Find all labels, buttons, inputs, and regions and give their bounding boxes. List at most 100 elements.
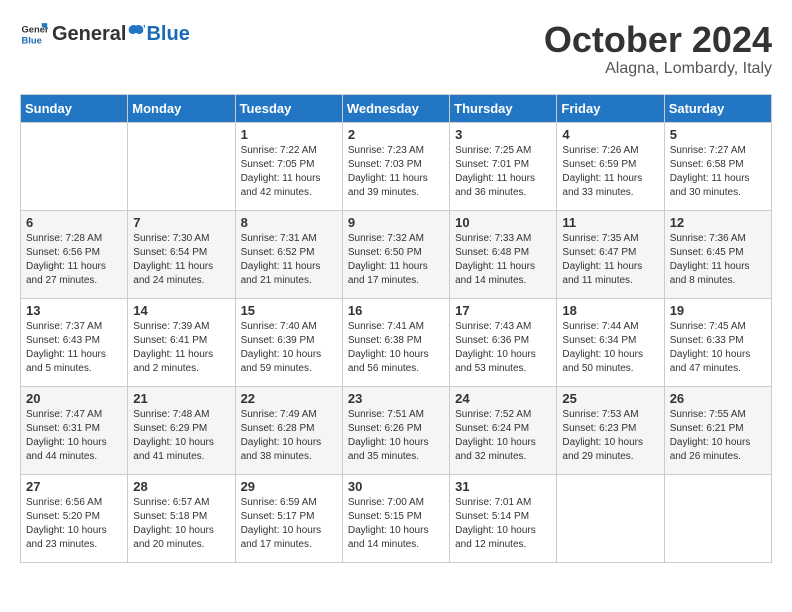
weekday-header-monday: Monday	[128, 94, 235, 122]
calendar-cell	[664, 474, 771, 562]
calendar-cell: 20 Sunrise: 7:47 AM Sunset: 6:31 PM Dayli…	[21, 386, 128, 474]
day-info: Sunrise: 7:30 AM Sunset: 6:54 PM Dayligh…	[133, 232, 229, 288]
calendar-week-5: 27Sunrise: 6:56 AM Sunset: 5:20 PM Dayli…	[21, 474, 772, 562]
weekday-header-saturday: Saturday	[664, 94, 771, 122]
day-info: Sunrise: 7:55 AM Sunset: 6:21 PM Dayligh…	[670, 408, 766, 464]
page-header: General Blue General Blue October 2024 A…	[20, 20, 772, 78]
day-number: 29	[241, 479, 337, 494]
day-info: Sunrise: 7:31 AM Sunset: 6:52 PM Dayligh…	[241, 232, 337, 288]
calendar-cell: 10Sunrise: 7:33 AM Sunset: 6:48 PM Dayli…	[450, 210, 557, 298]
day-number: 20	[26, 391, 122, 406]
day-info: Sunrise: 7:37 AM Sunset: 6:43 PM Dayligh…	[26, 320, 122, 376]
day-info: Sunrise: 7:23 AM Sunset: 7:03 PM Dayligh…	[348, 144, 444, 200]
calendar-cell	[21, 122, 128, 210]
day-number: 15	[241, 303, 337, 318]
day-info: Sunrise: 7:27 AM Sunset: 6:58 PM Dayligh…	[670, 144, 766, 200]
calendar-cell: 16Sunrise: 7:41 AM Sunset: 6:38 PM Dayli…	[342, 298, 449, 386]
calendar-cell: 12 Sunrise: 7:36 AM Sunset: 6:45 PM Dayli…	[664, 210, 771, 298]
day-info: Sunrise: 7:40 AM Sunset: 6:39 PM Dayligh…	[241, 320, 337, 376]
day-info: Sunrise: 7:51 AM Sunset: 6:26 PM Dayligh…	[348, 408, 444, 464]
day-number: 7	[133, 215, 229, 230]
calendar-cell: 27Sunrise: 6:56 AM Sunset: 5:20 PM Dayli…	[21, 474, 128, 562]
day-info: Sunrise: 7:44 AM Sunset: 6:34 PM Dayligh…	[562, 320, 658, 376]
calendar-cell: 13 Sunrise: 7:37 AM Sunset: 6:43 PM Dayli…	[21, 298, 128, 386]
calendar-cell: 7 Sunrise: 7:30 AM Sunset: 6:54 PM Daylig…	[128, 210, 235, 298]
weekday-header-sunday: Sunday	[21, 94, 128, 122]
calendar-cell: 30 Sunrise: 7:00 AM Sunset: 5:15 PM Dayli…	[342, 474, 449, 562]
calendar-cell: 19Sunrise: 7:45 AM Sunset: 6:33 PM Dayli…	[664, 298, 771, 386]
weekday-header-friday: Friday	[557, 94, 664, 122]
calendar-week-2: 6 Sunrise: 7:28 AM Sunset: 6:56 PM Daylig…	[21, 210, 772, 298]
weekday-header-wednesday: Wednesday	[342, 94, 449, 122]
logo-bird-icon	[127, 22, 145, 40]
day-number: 18	[562, 303, 658, 318]
day-info: Sunrise: 6:59 AM Sunset: 5:17 PM Dayligh…	[241, 496, 337, 552]
day-number: 12	[670, 215, 766, 230]
day-number: 24	[455, 391, 551, 406]
day-info: Sunrise: 7:41 AM Sunset: 6:38 PM Dayligh…	[348, 320, 444, 376]
day-number: 13	[26, 303, 122, 318]
calendar-cell: 1Sunrise: 7:22 AM Sunset: 7:05 PM Daylig…	[235, 122, 342, 210]
day-info: Sunrise: 7:39 AM Sunset: 6:41 PM Dayligh…	[133, 320, 229, 376]
calendar-cell	[128, 122, 235, 210]
day-number: 17	[455, 303, 551, 318]
day-number: 9	[348, 215, 444, 230]
day-number: 11	[562, 215, 658, 230]
day-info: Sunrise: 7:35 AM Sunset: 6:47 PM Dayligh…	[562, 232, 658, 288]
weekday-header-thursday: Thursday	[450, 94, 557, 122]
calendar-cell: 23 Sunrise: 7:51 AM Sunset: 6:26 PM Dayli…	[342, 386, 449, 474]
day-number: 6	[26, 215, 122, 230]
day-info: Sunrise: 7:01 AM Sunset: 5:14 PM Dayligh…	[455, 496, 551, 552]
calendar-cell: 31Sunrise: 7:01 AM Sunset: 5:14 PM Dayli…	[450, 474, 557, 562]
location-title: Alagna, Lombardy, Italy	[544, 60, 772, 78]
day-info: Sunrise: 6:57 AM Sunset: 5:18 PM Dayligh…	[133, 496, 229, 552]
calendar-week-1: 1Sunrise: 7:22 AM Sunset: 7:05 PM Daylig…	[21, 122, 772, 210]
calendar-cell: 21Sunrise: 7:48 AM Sunset: 6:29 PM Dayli…	[128, 386, 235, 474]
calendar-week-4: 20 Sunrise: 7:47 AM Sunset: 6:31 PM Dayli…	[21, 386, 772, 474]
logo-blue: Blue	[146, 23, 189, 46]
day-number: 26	[670, 391, 766, 406]
calendar-cell: 6 Sunrise: 7:28 AM Sunset: 6:56 PM Daylig…	[21, 210, 128, 298]
day-number: 21	[133, 391, 229, 406]
calendar-body: 1Sunrise: 7:22 AM Sunset: 7:05 PM Daylig…	[21, 122, 772, 562]
day-number: 28	[133, 479, 229, 494]
day-info: Sunrise: 7:32 AM Sunset: 6:50 PM Dayligh…	[348, 232, 444, 288]
day-info: Sunrise: 7:00 AM Sunset: 5:15 PM Dayligh…	[348, 496, 444, 552]
calendar-cell: 28 Sunrise: 6:57 AM Sunset: 5:18 PM Dayli…	[128, 474, 235, 562]
calendar-cell: 25Sunrise: 7:53 AM Sunset: 6:23 PM Dayli…	[557, 386, 664, 474]
day-info: Sunrise: 7:28 AM Sunset: 6:56 PM Dayligh…	[26, 232, 122, 288]
day-info: Sunrise: 7:47 AM Sunset: 6:31 PM Dayligh…	[26, 408, 122, 464]
day-number: 22	[241, 391, 337, 406]
day-number: 8	[241, 215, 337, 230]
day-number: 30	[348, 479, 444, 494]
day-number: 4	[562, 127, 658, 142]
calendar-cell: 3 Sunrise: 7:25 AM Sunset: 7:01 PM Daylig…	[450, 122, 557, 210]
day-info: Sunrise: 7:49 AM Sunset: 6:28 PM Dayligh…	[241, 408, 337, 464]
day-number: 2	[348, 127, 444, 142]
day-info: Sunrise: 7:36 AM Sunset: 6:45 PM Dayligh…	[670, 232, 766, 288]
day-info: Sunrise: 7:25 AM Sunset: 7:01 PM Dayligh…	[455, 144, 551, 200]
day-number: 23	[348, 391, 444, 406]
day-info: Sunrise: 7:43 AM Sunset: 6:36 PM Dayligh…	[455, 320, 551, 376]
day-info: Sunrise: 7:22 AM Sunset: 7:05 PM Dayligh…	[241, 144, 337, 200]
day-number: 3	[455, 127, 551, 142]
logo-wordmark: General Blue	[52, 22, 190, 46]
day-number: 25	[562, 391, 658, 406]
calendar-cell: 22 Sunrise: 7:49 AM Sunset: 6:28 PM Dayli…	[235, 386, 342, 474]
calendar-cell: 4 Sunrise: 7:26 AM Sunset: 6:59 PM Daylig…	[557, 122, 664, 210]
calendar-cell: 15 Sunrise: 7:40 AM Sunset: 6:39 PM Dayli…	[235, 298, 342, 386]
day-info: Sunrise: 7:52 AM Sunset: 6:24 PM Dayligh…	[455, 408, 551, 464]
day-info: Sunrise: 7:45 AM Sunset: 6:33 PM Dayligh…	[670, 320, 766, 376]
logo-icon: General Blue	[20, 20, 48, 48]
month-title: October 2024	[544, 20, 772, 60]
day-info: Sunrise: 7:26 AM Sunset: 6:59 PM Dayligh…	[562, 144, 658, 200]
calendar-cell: 18 Sunrise: 7:44 AM Sunset: 6:34 PM Dayli…	[557, 298, 664, 386]
calendar-cell: 17 Sunrise: 7:43 AM Sunset: 6:36 PM Dayli…	[450, 298, 557, 386]
calendar-cell: 8 Sunrise: 7:31 AM Sunset: 6:52 PM Daylig…	[235, 210, 342, 298]
day-number: 5	[670, 127, 766, 142]
calendar-cell	[557, 474, 664, 562]
calendar-cell: 24 Sunrise: 7:52 AM Sunset: 6:24 PM Dayli…	[450, 386, 557, 474]
calendar-cell: 29 Sunrise: 6:59 AM Sunset: 5:17 PM Dayli…	[235, 474, 342, 562]
calendar-table: SundayMondayTuesdayWednesdayThursdayFrid…	[20, 94, 772, 563]
calendar-week-3: 13 Sunrise: 7:37 AM Sunset: 6:43 PM Dayli…	[21, 298, 772, 386]
